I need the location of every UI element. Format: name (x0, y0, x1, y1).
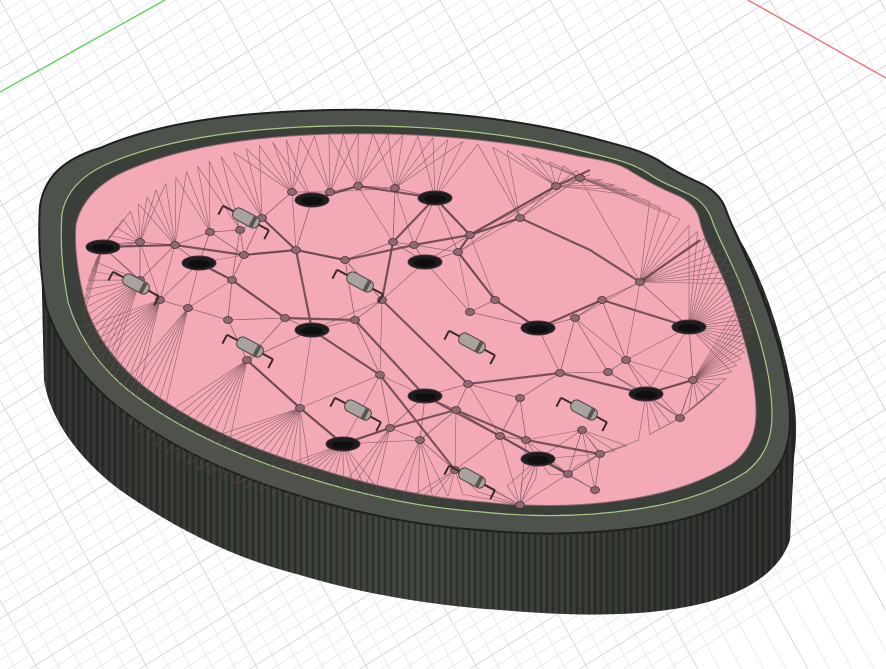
mesh-node (590, 486, 600, 494)
switch-hole (520, 451, 556, 467)
switch-hole (294, 192, 330, 208)
mesh-node (555, 369, 565, 377)
switch-hole (181, 255, 217, 271)
mesh-node (465, 231, 475, 239)
mesh-node (235, 226, 245, 234)
switch-hole (407, 388, 443, 404)
mesh-node (170, 241, 180, 249)
mesh-node (388, 238, 398, 246)
mesh-node (350, 316, 360, 324)
mesh-node (570, 314, 580, 322)
mesh-node (135, 238, 145, 246)
mesh-node (515, 501, 525, 509)
switch-hole (294, 322, 330, 338)
mesh-node (453, 248, 463, 256)
mesh-node (340, 256, 350, 264)
switch-hole (628, 386, 664, 402)
switch-hole (407, 254, 443, 270)
mesh-node (563, 470, 573, 478)
mesh-node (595, 450, 605, 458)
mesh-node (577, 426, 587, 434)
mesh-node (597, 296, 607, 304)
mesh-node (287, 188, 297, 196)
mesh-node (495, 432, 505, 440)
mesh-node (465, 308, 475, 316)
mesh-node (515, 394, 525, 402)
mesh-node (205, 228, 215, 236)
mesh-node (521, 436, 531, 444)
mesh-node (490, 296, 500, 304)
mesh-node (280, 314, 290, 322)
mesh-node (409, 241, 419, 249)
mesh-node (515, 214, 525, 222)
mesh-node (390, 184, 400, 192)
mesh-node (621, 356, 631, 364)
mesh-node (688, 376, 698, 384)
mesh-node (551, 182, 561, 190)
switch-hole (671, 319, 707, 335)
mesh-node (603, 368, 613, 376)
mesh-node (451, 406, 461, 414)
switch-hole (325, 436, 361, 452)
switch-hole (417, 190, 453, 206)
switch-hole (85, 239, 121, 255)
mesh-node (227, 276, 237, 284)
mesh-node (675, 414, 685, 422)
mesh-node (295, 404, 305, 412)
mesh-node (242, 356, 252, 364)
mesh-node (183, 304, 193, 312)
mesh-node (415, 436, 425, 444)
mesh-node (635, 278, 645, 286)
mesh-node (375, 371, 385, 379)
switch-hole (520, 320, 556, 336)
scene-canvas[interactable] (0, 0, 886, 669)
mesh-node (463, 380, 473, 388)
mesh-node (353, 182, 363, 190)
mesh-node (325, 188, 335, 196)
3d-viewport[interactable] (0, 0, 886, 669)
mesh-node (223, 316, 233, 324)
mesh-node (239, 251, 249, 259)
mesh-node (291, 246, 301, 254)
mesh-node (385, 424, 395, 432)
mesh-node (575, 174, 585, 182)
